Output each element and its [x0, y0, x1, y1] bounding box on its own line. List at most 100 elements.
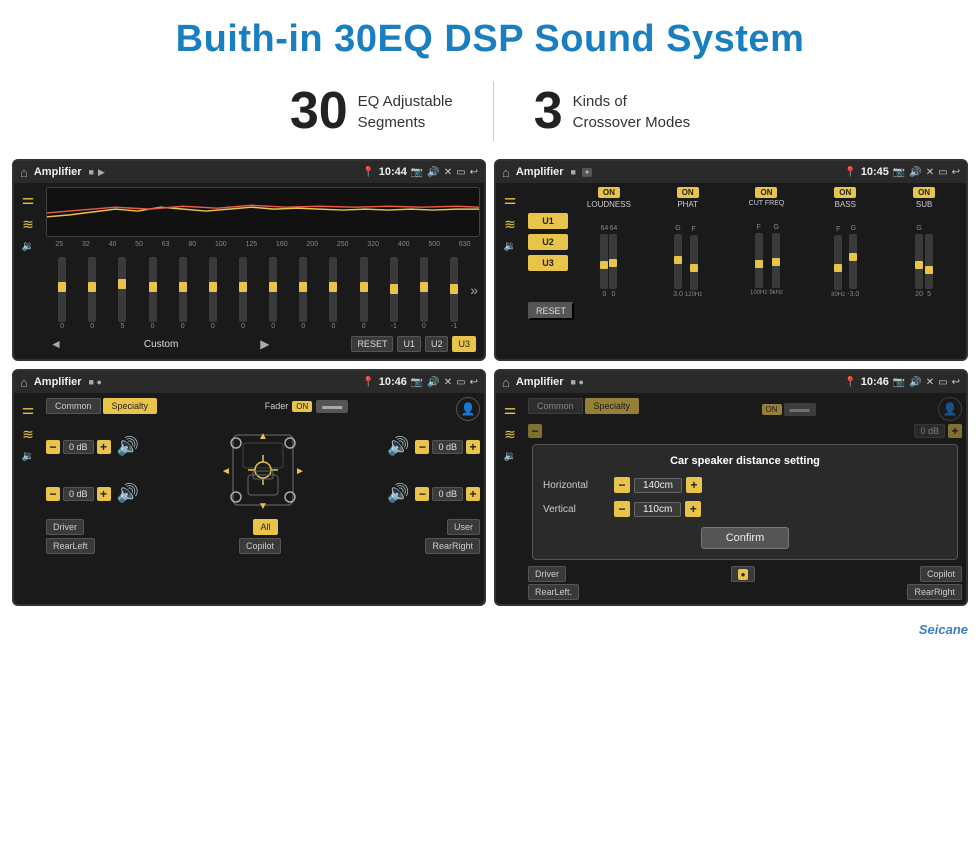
specialty-tab-4[interactable]: Specialty	[585, 398, 640, 414]
eq-bottom-bar: ◄ Custom ▶ RESET U1 U2 U3	[46, 333, 480, 355]
vol-minus-br[interactable]: −	[415, 487, 429, 501]
vol-minus-tr[interactable]: −	[415, 440, 429, 454]
person-icon-3[interactable]: 👤	[456, 397, 480, 421]
eq-action-btns: RESET U1 U2 U3	[351, 336, 476, 352]
driver-btn-4[interactable]: Driver	[528, 566, 566, 582]
confirm-btn[interactable]: Confirm	[701, 527, 790, 549]
eq-graph	[46, 187, 480, 237]
fader-slider-4[interactable]: ▬▬	[784, 403, 816, 416]
fader-toggle-3[interactable]: ON	[292, 401, 312, 412]
home-icon-3[interactable]: ⌂	[20, 375, 28, 390]
rearright-btn-3[interactable]: RearRight	[425, 538, 480, 554]
volume-grid-3: − 0 dB + 🔊	[46, 425, 480, 515]
camera-icon-3: 📷	[411, 377, 423, 388]
copilot-btn-3[interactable]: Copilot	[239, 538, 281, 554]
eq-icon-2[interactable]: ⚌	[504, 191, 517, 208]
sub-on-btn[interactable]: ON	[913, 187, 935, 198]
vertical-minus-btn[interactable]: −	[614, 501, 630, 517]
phat-on-btn[interactable]: ON	[677, 187, 699, 198]
location-icon-2: 📍	[844, 167, 856, 178]
ch-loudness: ON LOUDNESS 64 0	[571, 187, 647, 298]
vol-plus-br[interactable]: +	[466, 487, 480, 501]
balance-content: Common Specialty Fader ON ▬▬ 👤 − 0	[42, 393, 484, 558]
wave-icon-4[interactable]: ≋	[504, 426, 516, 443]
u1-btn[interactable]: U1	[528, 213, 568, 229]
rearright-btn-4[interactable]: RearRight	[907, 584, 962, 600]
distance-content: Common Specialty ON ▬▬ 👤 − 0 dB	[524, 393, 966, 604]
close-icon-3[interactable]: ✕	[444, 377, 452, 388]
u2-btn[interactable]: U2	[528, 234, 568, 250]
vol-minus-bl[interactable]: −	[46, 487, 60, 501]
wave-icon-3[interactable]: ≋	[22, 426, 34, 443]
horizontal-minus-btn[interactable]: −	[614, 477, 630, 493]
highlight-badge-4: ●	[738, 569, 749, 580]
back-icon-2[interactable]: ↩	[952, 167, 960, 178]
vertical-control: − 110cm +	[614, 501, 701, 517]
copilot-btn-4[interactable]: Copilot	[920, 566, 962, 582]
eq-prev-btn[interactable]: ◄	[50, 337, 62, 351]
window-icon-1[interactable]: ▭	[456, 167, 465, 178]
loudness-on-btn[interactable]: ON	[598, 187, 620, 198]
bass-on-btn[interactable]: ON	[834, 187, 856, 198]
app-title-1: Amplifier	[34, 166, 82, 178]
window-icon-3[interactable]: ▭	[456, 377, 465, 388]
vol-down-icon-4[interactable]: 🔉	[504, 451, 516, 462]
cutfreq-on-btn[interactable]: ON	[755, 187, 777, 198]
home-icon-2[interactable]: ⌂	[502, 165, 510, 180]
common-tab-3[interactable]: Common	[46, 398, 101, 414]
driver-btn-3[interactable]: Driver	[46, 519, 84, 535]
screen2-inner: ⚌ ≋ 🔉 U1 U2 U3 ON	[496, 183, 966, 324]
speaker-bl-icon: 🔊	[117, 483, 139, 504]
eq-next-btn[interactable]: ▶	[260, 337, 269, 351]
vol-plus-tr[interactable]: +	[466, 440, 480, 454]
vol-plus-tl[interactable]: +	[97, 440, 111, 454]
all-btn-3[interactable]: All	[253, 519, 277, 535]
eq-u2-btn[interactable]: U2	[425, 336, 449, 352]
home-icon-1[interactable]: ⌂	[20, 165, 28, 180]
close-icon-1[interactable]: ✕	[444, 167, 452, 178]
close-icon-2[interactable]: ✕	[926, 167, 934, 178]
user-btn-3[interactable]: User	[447, 519, 480, 535]
common-tab-4[interactable]: Common	[528, 398, 583, 414]
back-icon-4[interactable]: ↩	[952, 377, 960, 388]
vol-down-icon-3[interactable]: 🔉	[22, 451, 34, 462]
rearleft-btn-3[interactable]: RearLeft	[46, 538, 95, 554]
fader-slider-3[interactable]: ▬▬	[316, 400, 348, 413]
vol-plus-bl[interactable]: +	[97, 487, 111, 501]
play-icon-1: ▶	[98, 167, 105, 178]
speaker-bottom-btns-3: Driver All User	[46, 519, 480, 535]
window-icon-4[interactable]: ▭	[938, 377, 947, 388]
more-icon[interactable]: »	[470, 282, 478, 298]
eq-u3-btn[interactable]: U3	[452, 336, 476, 352]
close-icon-4[interactable]: ✕	[926, 377, 934, 388]
horizontal-control: − 140cm +	[614, 477, 702, 493]
specialty-tab-3[interactable]: Specialty	[103, 398, 158, 414]
u3-btn[interactable]: U3	[528, 255, 568, 271]
window-icon-2[interactable]: ▭	[938, 167, 947, 178]
eq-reset-btn[interactable]: RESET	[351, 336, 393, 352]
crossover-reset-btn[interactable]: RESET	[528, 302, 574, 320]
stat-crossover: 3 Kinds of Crossover Modes	[494, 85, 730, 137]
person-icon-4[interactable]: 👤	[938, 397, 962, 421]
eq-icon-4[interactable]: ⚌	[504, 401, 517, 418]
vertical-plus-btn[interactable]: +	[685, 501, 701, 517]
vol-minus-tl[interactable]: −	[46, 440, 60, 454]
horizontal-plus-btn[interactable]: +	[686, 477, 702, 493]
wave-icon-1[interactable]: ≋	[22, 216, 34, 233]
stat-eq-desc: EQ Adjustable Segments	[358, 85, 453, 133]
vol-minus-tl-4[interactable]: −	[528, 424, 542, 438]
wave-icon-2[interactable]: ≋	[504, 216, 516, 233]
vol-down-icon-1[interactable]: 🔉	[22, 241, 34, 252]
eq-icon-3[interactable]: ⚌	[22, 401, 35, 418]
back-icon-3[interactable]: ↩	[470, 377, 478, 388]
volume-icon-1: 🔊	[427, 167, 439, 178]
vol-down-icon-2[interactable]: 🔉	[504, 241, 516, 252]
eq-icon-1[interactable]: ⚌	[22, 191, 35, 208]
eq-slider-13: -1	[440, 257, 468, 330]
back-icon-1[interactable]: ↩	[470, 167, 478, 178]
eq-slider-7: 0	[259, 257, 287, 330]
eq-u1-btn[interactable]: U1	[397, 336, 421, 352]
rearleft-btn-4[interactable]: RearLeft.	[528, 584, 579, 600]
home-icon-4[interactable]: ⌂	[502, 375, 510, 390]
vol-plus-tr-4[interactable]: +	[948, 424, 962, 438]
